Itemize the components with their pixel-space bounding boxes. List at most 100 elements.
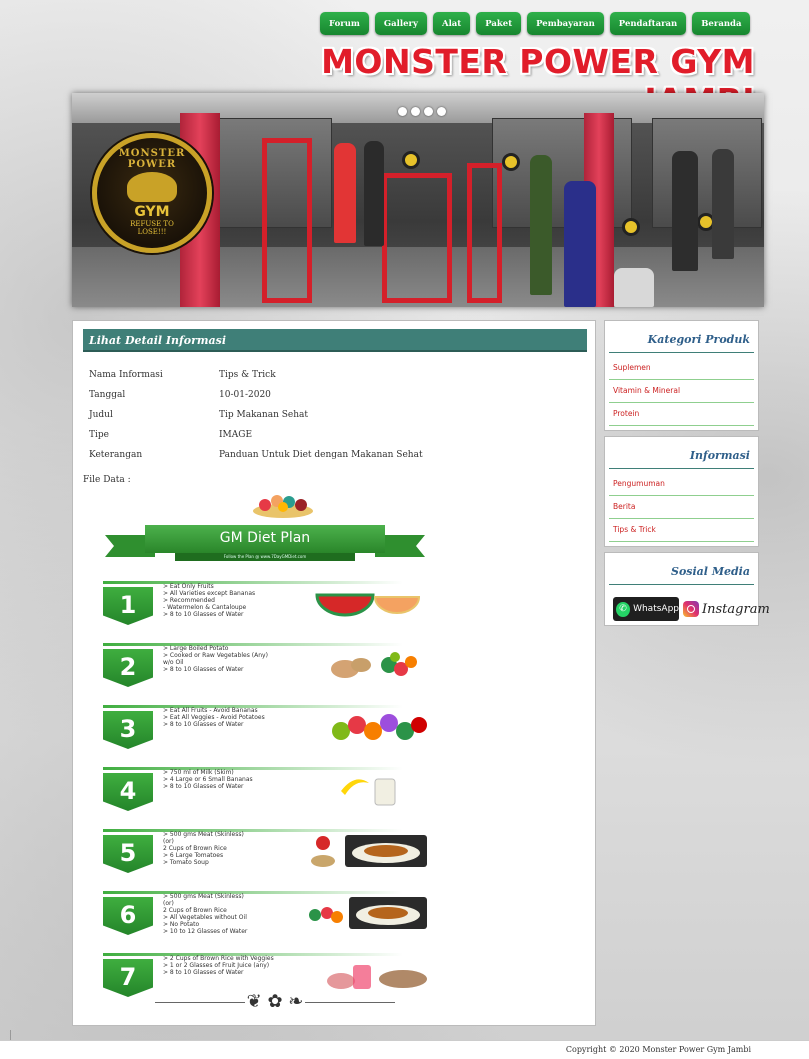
step-line: 2 Cups of Brown Rice xyxy=(163,907,227,914)
info-label: Tanggal xyxy=(89,390,126,400)
whatsapp-label: WhatsApp xyxy=(633,604,679,614)
sidebar-item-suplemen[interactable]: Suplemen xyxy=(609,357,754,380)
banner-weight xyxy=(402,151,420,169)
footer: Copyright © 2020 Monster Power Gym Jambi xyxy=(0,1040,809,1059)
nav-paket[interactable]: Paket xyxy=(476,12,522,35)
step-line: > 8 to 10 Glasses of Water xyxy=(163,783,244,790)
potato-vegetables-image xyxy=(331,652,417,678)
box-spacer xyxy=(605,426,758,430)
milk-bananas-image xyxy=(341,778,396,806)
watermelon-cantaloupe-image xyxy=(315,593,421,617)
social-links: ✆ WhatsApp Instagram xyxy=(605,589,770,621)
main-content: Lihat Detail Informasi Nama Informasi Ti… xyxy=(72,320,596,1026)
step-line: > 500 gms Meat (Skinless) xyxy=(163,893,244,900)
step-line: > Eat All Fruits - Avoid Bananas xyxy=(163,707,258,714)
info-value: Tip Makanan Sehat xyxy=(219,410,308,420)
step-line: > Tomato Soup xyxy=(163,859,209,866)
info-value: Tips & Trick xyxy=(219,370,276,380)
slider-dot[interactable] xyxy=(424,107,433,116)
step-text: > 750 ml of Milk (Skim) > 4 Large or 6 S… xyxy=(163,769,323,790)
fruits-veggies-image xyxy=(332,714,427,740)
step-text: > Eat Only Fruits > All Varieties except… xyxy=(163,583,323,618)
sidebar-kategori-produk: Kategori Produk Suplemen Vitamin & Miner… xyxy=(604,320,759,431)
diet-step: 5 > 500 gms Meat (Skinless) (or) 2 Cups … xyxy=(95,825,435,881)
banner-person xyxy=(564,181,596,307)
step-line: > All Varieties except Bananas xyxy=(163,590,256,597)
step-number: 5 xyxy=(103,835,153,873)
info-value: IMAGE xyxy=(219,430,253,440)
diet-step: 3 > Eat All Fruits - Avoid Bananas > Eat… xyxy=(95,701,435,757)
step-line: > Cooked or Raw Vegetables (Any) xyxy=(163,652,268,659)
nav-forum[interactable]: Forum xyxy=(320,12,369,35)
banner-weight xyxy=(502,153,520,171)
nav-beranda[interactable]: Beranda xyxy=(692,12,751,35)
sidebar-item-vitamin-mineral[interactable]: Vitamin & Mineral xyxy=(609,380,754,403)
nav-gallery[interactable]: Gallery xyxy=(374,12,427,35)
meat-tomato-image xyxy=(311,835,427,867)
whatsapp-button[interactable]: ✆ WhatsApp xyxy=(613,597,679,621)
sidebar-title: Kategori Produk xyxy=(609,325,754,353)
step-number: 1 xyxy=(103,587,153,625)
copyright-text: Copyright © 2020 Monster Power Gym Jambi xyxy=(565,1045,751,1054)
banner-person xyxy=(530,155,552,295)
meat-vegetables-image xyxy=(309,897,427,929)
step-line: w/o Oil xyxy=(163,659,184,666)
diet-ribbon: GM Diet Plan Follow the Plan @ www.7DayG… xyxy=(105,525,425,561)
gym-logo: MONSTER POWER GYM REFUSE TO LOSE!!! xyxy=(92,133,212,253)
slider-dot[interactable] xyxy=(398,107,407,116)
flourish-line xyxy=(155,1002,245,1003)
whatsapp-icon: ✆ xyxy=(616,601,631,617)
banner-person xyxy=(614,268,654,307)
sidebar-item-pengumuman[interactable]: Pengumuman xyxy=(609,473,754,496)
sidebar-item-tips-trick[interactable]: Tips & Trick xyxy=(609,519,754,542)
fruit-bowl-icon xyxy=(253,495,313,518)
instagram-button[interactable]: Instagram xyxy=(683,597,770,621)
logo-sub-line2: LOSE!!! xyxy=(137,228,167,236)
step-text: > 500 gms Meat (Skinless) (or) 2 Cups of… xyxy=(163,831,323,866)
banner-person xyxy=(364,141,384,246)
content-header: Lihat Detail Informasi xyxy=(83,329,587,352)
step-line: > 2 Cups of Brown Rice with Veggies xyxy=(163,955,274,962)
info-row: Tipe IMAGE xyxy=(89,425,569,445)
instagram-icon xyxy=(683,601,699,617)
banner-person xyxy=(334,143,356,243)
banner-rack xyxy=(467,163,502,303)
slider-dot[interactable] xyxy=(411,107,420,116)
step-line: > 500 gms Meat (Skinless) xyxy=(163,831,244,838)
rice-juice-image xyxy=(327,965,427,989)
nav-pendaftaran[interactable]: Pendaftaran xyxy=(609,12,687,35)
info-label: Keterangan xyxy=(89,450,143,460)
step-line: > 6 Large Tomatoes xyxy=(163,852,224,859)
box-spacer xyxy=(605,542,758,546)
step-text: > Large Boiled Potato > Cooked or Raw Ve… xyxy=(163,645,323,673)
info-row: Keterangan Panduan Untuk Diet dengan Mak… xyxy=(89,445,569,465)
step-line: > 750 ml of Milk (Skim) xyxy=(163,769,234,776)
nav-pembayaran[interactable]: Pembayaran xyxy=(527,12,604,35)
nav-alat[interactable]: Alat xyxy=(432,12,471,35)
diet-plan-subtitle: Follow the Plan @ www.7DayGMDiet.com xyxy=(175,553,355,561)
info-value: 10-01-2020 xyxy=(219,390,271,400)
instagram-label: Instagram xyxy=(702,601,770,617)
diet-plan-image: GM Diet Plan Follow the Plan @ www.7DayG… xyxy=(95,489,435,1014)
logo-gym-text: GYM xyxy=(134,204,170,220)
sidebar-item-protein[interactable]: Protein xyxy=(609,403,754,426)
info-label: Judul xyxy=(89,410,113,420)
step-line: > 8 to 10 Glasses of Water xyxy=(163,611,244,618)
step-line: > 4 Large or 6 Small Bananas xyxy=(163,776,253,783)
info-row: Nama Informasi Tips & Trick xyxy=(89,365,569,385)
step-line: > 8 to 10 Glasses of Water xyxy=(163,969,244,976)
step-number: 7 xyxy=(103,959,153,997)
file-data-label: File Data : xyxy=(83,475,131,485)
sidebar-item-berita[interactable]: Berita xyxy=(609,496,754,519)
step-line: > Large Boiled Potato xyxy=(163,645,229,652)
step-line: > Eat All Veggies - Avoid Potatoes xyxy=(163,714,265,721)
banner-person xyxy=(672,151,698,271)
diet-step: 6 > 500 gms Meat (Skinless) (or) 2 Cups … xyxy=(95,887,435,943)
slider-dot[interactable] xyxy=(437,107,446,116)
step-text: > Eat All Fruits - Avoid Bananas > Eat A… xyxy=(163,707,323,728)
page: Forum Gallery Alat Paket Pembayaran Pend… xyxy=(0,0,809,1059)
step-line: (or) xyxy=(163,838,174,845)
info-value: Panduan Untuk Diet dengan Makanan Sehat xyxy=(219,450,423,460)
step-text: > 2 Cups of Brown Rice with Veggies > 1 … xyxy=(163,955,323,976)
logo-emblem xyxy=(127,172,177,202)
